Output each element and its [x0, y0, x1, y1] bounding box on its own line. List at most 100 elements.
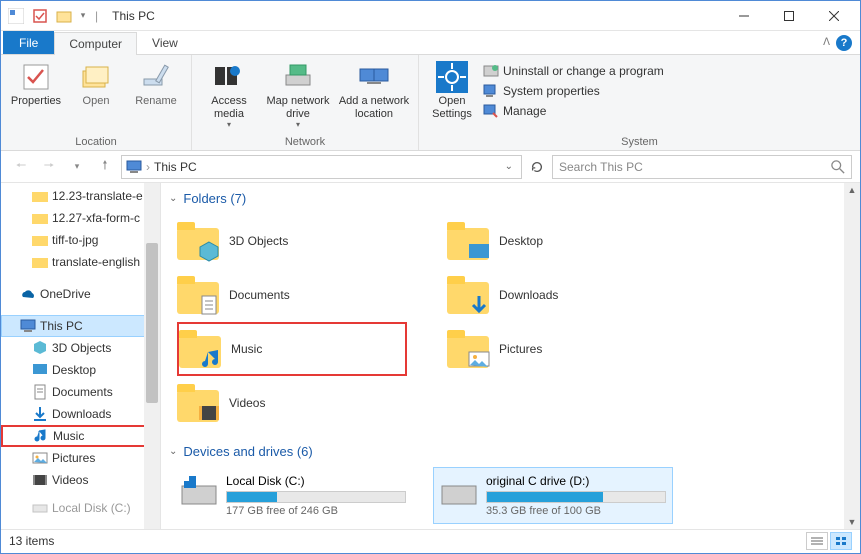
- thispc-icon: [126, 159, 142, 175]
- folder-music[interactable]: Music: [177, 322, 407, 376]
- tree-label: translate-english: [52, 255, 140, 269]
- tree-item-onedrive[interactable]: OneDrive: [1, 283, 160, 305]
- access-media-label: Access media: [198, 95, 260, 120]
- open-settings-label: Open Settings: [425, 95, 479, 120]
- drive-icon: [440, 474, 478, 512]
- tree-item-music[interactable]: Music: [1, 425, 160, 447]
- tree-item-localdisk[interactable]: Local Disk (C:): [1, 497, 160, 519]
- ribbon-network-label: Network: [198, 134, 412, 150]
- system-properties-button[interactable]: System properties: [479, 81, 668, 101]
- recent-dropdown[interactable]: ▾: [65, 155, 89, 179]
- search-bar[interactable]: [552, 155, 852, 179]
- drive-icon: [180, 474, 218, 512]
- address-dropdown-icon[interactable]: ⌄: [501, 161, 517, 172]
- status-bar: 13 items: [1, 529, 860, 551]
- drive-d[interactable]: original C drive (D:) 35.3 GB free of 10…: [433, 467, 673, 524]
- open-settings-button[interactable]: Open Settings: [425, 57, 479, 134]
- map-drive-button[interactable]: Map network drive ▾: [262, 57, 334, 129]
- tree-label: Downloads: [52, 407, 111, 421]
- drives-header-label: Devices and drives (6): [183, 444, 312, 459]
- chevron-down-icon: ⌄: [169, 193, 177, 204]
- properties-button[interactable]: Properties: [7, 57, 65, 108]
- help-icon[interactable]: ?: [836, 35, 852, 51]
- open-button[interactable]: Open: [67, 57, 125, 108]
- folder-pictures[interactable]: Pictures: [447, 322, 677, 376]
- forward-button[interactable]: 🠖: [37, 155, 61, 179]
- ribbon-group-system: Open Settings Uninstall or change a prog…: [419, 55, 860, 150]
- tree-label: Local Disk (C:): [52, 501, 131, 515]
- minimize-button[interactable]: [721, 1, 766, 31]
- tree-label: Music: [53, 429, 84, 443]
- computer-tab[interactable]: Computer: [54, 32, 137, 55]
- window-title: This PC: [112, 9, 155, 23]
- tree-scrollbar[interactable]: [144, 183, 160, 529]
- drive-free: 177 GB free of 246 GB: [226, 505, 406, 517]
- drives-row: Local Disk (C:) 177 GB free of 246 GB or…: [169, 463, 852, 524]
- folder-3dobjects[interactable]: 3D Objects: [177, 214, 407, 268]
- access-media-button[interactable]: Access media ▾: [198, 57, 260, 129]
- drive-c[interactable]: Local Disk (C:) 177 GB free of 246 GB: [173, 467, 413, 524]
- back-button[interactable]: 🠔: [9, 155, 33, 179]
- quick-access-toolbar: ▾: [5, 5, 89, 27]
- tree-item-3dobjects[interactable]: 3D Objects: [1, 337, 160, 359]
- tree-label: 12.23-translate-e: [52, 189, 143, 203]
- folder-label: Downloads: [499, 288, 558, 302]
- search-icon[interactable]: [831, 160, 845, 174]
- tree-item-folder[interactable]: 12.23-translate-e: [1, 185, 160, 207]
- address-bar[interactable]: › This PC ⌄: [121, 155, 522, 179]
- folders-section-header[interactable]: ⌄ Folders (7): [169, 187, 852, 210]
- tree-label: 3D Objects: [52, 341, 111, 355]
- qat-properties-icon[interactable]: [29, 5, 51, 27]
- folder-videos[interactable]: Videos: [177, 376, 407, 430]
- qat-dropdown-icon[interactable]: ▾: [77, 5, 89, 27]
- tree-item-documents[interactable]: Documents: [1, 381, 160, 403]
- uninstall-program-button[interactable]: Uninstall or change a program: [479, 61, 668, 81]
- title-separator: |: [95, 9, 98, 23]
- tree-label: tiff-to-jpg: [52, 233, 98, 247]
- tree-item-pictures[interactable]: Pictures: [1, 447, 160, 469]
- ribbon-group-location: Properties Open Rename Location: [1, 55, 192, 150]
- collapse-ribbon-icon[interactable]: ᐱ: [823, 37, 830, 48]
- manage-button[interactable]: Manage: [479, 101, 668, 121]
- content-scrollbar[interactable]: ▲ ▼: [844, 183, 860, 529]
- tree-label: Documents: [52, 385, 113, 399]
- open-label: Open: [83, 95, 110, 108]
- tree-item-videos[interactable]: Videos: [1, 469, 160, 491]
- drive-bar: [226, 491, 406, 503]
- folders-header-label: Folders (7): [183, 191, 246, 206]
- qat-app-icon[interactable]: [5, 5, 27, 27]
- folder-label: Music: [231, 342, 262, 356]
- details-view-button[interactable]: [806, 532, 828, 550]
- qat-newfolder-icon[interactable]: [53, 5, 75, 27]
- tree-item-thispc[interactable]: This PC: [1, 315, 160, 337]
- tree-item-folder[interactable]: 12.27-xfa-form-c: [1, 207, 160, 229]
- rename-button[interactable]: Rename: [127, 57, 185, 108]
- folder-label: Documents: [229, 288, 290, 302]
- search-input[interactable]: [559, 160, 831, 174]
- tree-item-desktop[interactable]: Desktop: [1, 359, 160, 381]
- up-button[interactable]: 🠕: [93, 155, 117, 179]
- file-tab[interactable]: File: [3, 31, 54, 54]
- folder-downloads[interactable]: Downloads: [447, 268, 677, 322]
- drives-section-header[interactable]: ⌄ Devices and drives (6): [169, 440, 852, 463]
- rename-label: Rename: [135, 95, 177, 108]
- close-button[interactable]: [811, 1, 856, 31]
- nav-tree: 12.23-translate-e 12.27-xfa-form-c tiff-…: [1, 183, 161, 529]
- refresh-button[interactable]: [526, 156, 548, 178]
- tree-item-downloads[interactable]: Downloads: [1, 403, 160, 425]
- icons-view-button[interactable]: [830, 532, 852, 550]
- uninstall-label: Uninstall or change a program: [503, 64, 664, 78]
- drive-free: 35.3 GB free of 100 GB: [486, 505, 666, 517]
- add-location-button[interactable]: Add a network location: [336, 57, 412, 120]
- window-controls: [721, 1, 856, 31]
- status-items: 13 items: [9, 534, 54, 548]
- folders-grid: 3D Objects Desktop Documents Downloads M…: [169, 210, 852, 440]
- tree-label: OneDrive: [40, 287, 91, 301]
- folder-documents[interactable]: Documents: [177, 268, 407, 322]
- content-pane: ⌄ Folders (7) 3D Objects Desktop Documen…: [161, 183, 860, 529]
- maximize-button[interactable]: [766, 1, 811, 31]
- tree-item-folder[interactable]: translate-english: [1, 251, 160, 273]
- view-tab[interactable]: View: [137, 31, 193, 54]
- folder-desktop[interactable]: Desktop: [447, 214, 677, 268]
- tree-item-folder[interactable]: tiff-to-jpg: [1, 229, 160, 251]
